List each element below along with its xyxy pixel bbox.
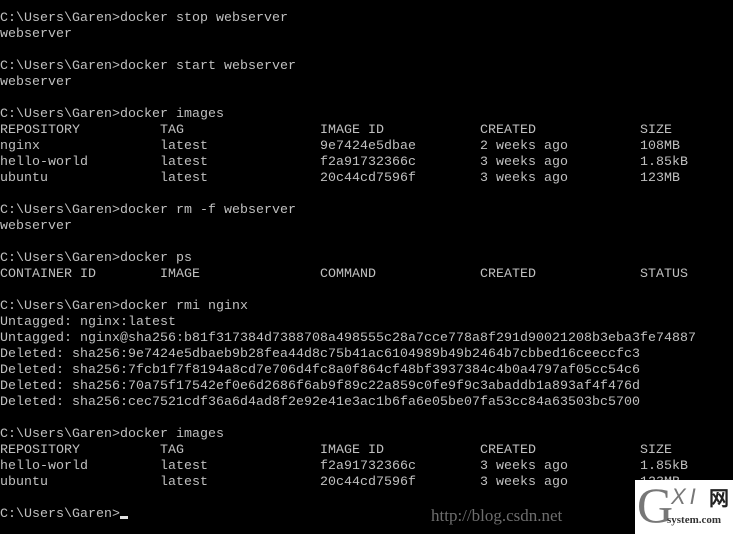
table-cell: 3 weeks ago <box>480 154 568 169</box>
table-cell: 1.85kB <box>640 154 688 169</box>
command-text: docker rmi nginx <box>120 298 248 313</box>
column-header: CREATED <box>480 442 536 457</box>
command-text: docker ps <box>120 250 192 265</box>
table-cell: hello-world <box>0 458 88 473</box>
command-line: C:\Users\Garen>docker stop webserver <box>0 10 696 26</box>
watermark-logo: G XI 网 system.com <box>635 477 733 534</box>
table-cell: 3 weeks ago <box>480 458 568 473</box>
command-line: C:\Users\Garen>docker rmi nginx <box>0 298 696 314</box>
prompt: C:\Users\Garen> <box>0 106 120 121</box>
command-text: docker images <box>120 106 224 121</box>
command-line: C:\Users\Garen>docker ps <box>0 250 696 266</box>
logo-wang: 网 <box>709 488 729 510</box>
prompt: C:\Users\Garen> <box>0 298 120 313</box>
output-line: Deleted: sha256:cec7521cdf36a6d4ad8f2e92… <box>0 394 640 409</box>
output-line: webserver <box>0 218 72 233</box>
table-row: hello-world latest f2a91732366c 3 weeks ago… <box>0 154 696 170</box>
column-header: CONTAINER ID <box>0 266 96 281</box>
input-line[interactable]: C:\Users\Garen> <box>0 506 696 522</box>
table-cell: 20c44cd7596f <box>320 170 416 185</box>
command-line: C:\Users\Garen>docker start webserver <box>0 58 696 74</box>
table-cell: ubuntu <box>0 474 48 489</box>
table-header: CONTAINER ID IMAGE COMMAND CREATED STATUS <box>0 266 696 282</box>
prompt: C:\Users\Garen> <box>0 202 120 217</box>
output-line: webserver <box>0 74 72 89</box>
table-cell: f2a91732366c <box>320 154 416 169</box>
output-line: Untagged: nginx:latest <box>0 314 176 329</box>
column-header: SIZE <box>640 122 672 137</box>
watermark-url: http://blog.csdn.net <box>431 506 563 525</box>
table-cell: f2a91732366c <box>320 458 416 473</box>
table-cell: 123MB <box>640 170 680 185</box>
column-header: STATUS <box>640 266 688 281</box>
table-header: REPOSITORY TAG IMAGE ID CREATED SIZE <box>0 442 696 458</box>
column-header: COMMAND <box>320 266 376 281</box>
command-line: C:\Users\Garen>docker images <box>0 106 696 122</box>
output-line: Deleted: sha256:7fcb1f7f8194a8cd7e706d4f… <box>0 362 640 377</box>
table-cell: latest <box>160 458 208 473</box>
column-header: TAG <box>160 122 184 137</box>
text-cursor <box>120 516 128 519</box>
table-row: ubuntu latest 20c44cd7596f 3 weeks ago 123MB <box>0 170 696 186</box>
command-text: docker images <box>120 426 224 441</box>
logo-xi: XI <box>671 484 700 509</box>
table-cell: 3 weeks ago <box>480 170 568 185</box>
command-text: docker rm -f webserver <box>120 202 296 217</box>
column-header: REPOSITORY <box>0 122 80 137</box>
column-header: IMAGE <box>160 266 200 281</box>
command-line: C:\Users\Garen>docker rm -f webserver <box>0 202 696 218</box>
command-line: C:\Users\Garen>docker images <box>0 426 696 442</box>
table-cell: 108MB <box>640 138 680 153</box>
table-cell: ubuntu <box>0 170 48 185</box>
table-cell: latest <box>160 474 208 489</box>
command-text: docker stop webserver <box>120 10 288 25</box>
output-line: Untagged: nginx@sha256:b81f317384d738870… <box>0 330 696 345</box>
table-cell: 20c44cd7596f <box>320 474 416 489</box>
column-header: SIZE <box>640 442 672 457</box>
table-cell: 3 weeks ago <box>480 474 568 489</box>
prompt: C:\Users\Garen> <box>0 506 120 521</box>
column-header: CREATED <box>480 122 536 137</box>
command-text: docker start webserver <box>120 58 296 73</box>
table-row: hello-world latest f2a91732366c 3 weeks ago… <box>0 458 696 474</box>
column-header: TAG <box>160 442 184 457</box>
column-header: IMAGE ID <box>320 122 384 137</box>
table-header: REPOSITORY TAG IMAGE ID CREATED SIZE <box>0 122 696 138</box>
table-row: ubuntulatest20c44cd7596f3 weeks ago123MB <box>0 474 696 490</box>
column-header: REPOSITORY <box>0 442 80 457</box>
table-cell: 9e7424e5dbae <box>320 138 416 153</box>
terminal-output[interactable]: C:\Users\Garen>docker stop webserver webs… <box>0 10 696 522</box>
table-cell: nginx <box>0 138 40 153</box>
table-cell: hello-world <box>0 154 88 169</box>
column-header: IMAGE ID <box>320 442 384 457</box>
output-line: Deleted: sha256:9e7424e5dbaeb9b28fea44d8… <box>0 346 640 361</box>
table-cell: latest <box>160 154 208 169</box>
logo-domain: system.com <box>667 514 722 526</box>
prompt: C:\Users\Garen> <box>0 426 120 441</box>
table-cell: 2 weeks ago <box>480 138 568 153</box>
table-row: nginx latest 9e7424e5dbae 2 weeks ago 108MB <box>0 138 696 154</box>
column-header: CREATED <box>480 266 536 281</box>
table-cell: latest <box>160 138 208 153</box>
prompt: C:\Users\Garen> <box>0 58 120 73</box>
output-line: Deleted: sha256:70a75f17542ef0e6d2686f6a… <box>0 378 640 393</box>
table-cell: 1.85kB <box>640 458 688 473</box>
prompt: C:\Users\Garen> <box>0 250 120 265</box>
output-line: webserver <box>0 26 72 41</box>
table-cell: latest <box>160 170 208 185</box>
prompt: C:\Users\Garen> <box>0 10 120 25</box>
